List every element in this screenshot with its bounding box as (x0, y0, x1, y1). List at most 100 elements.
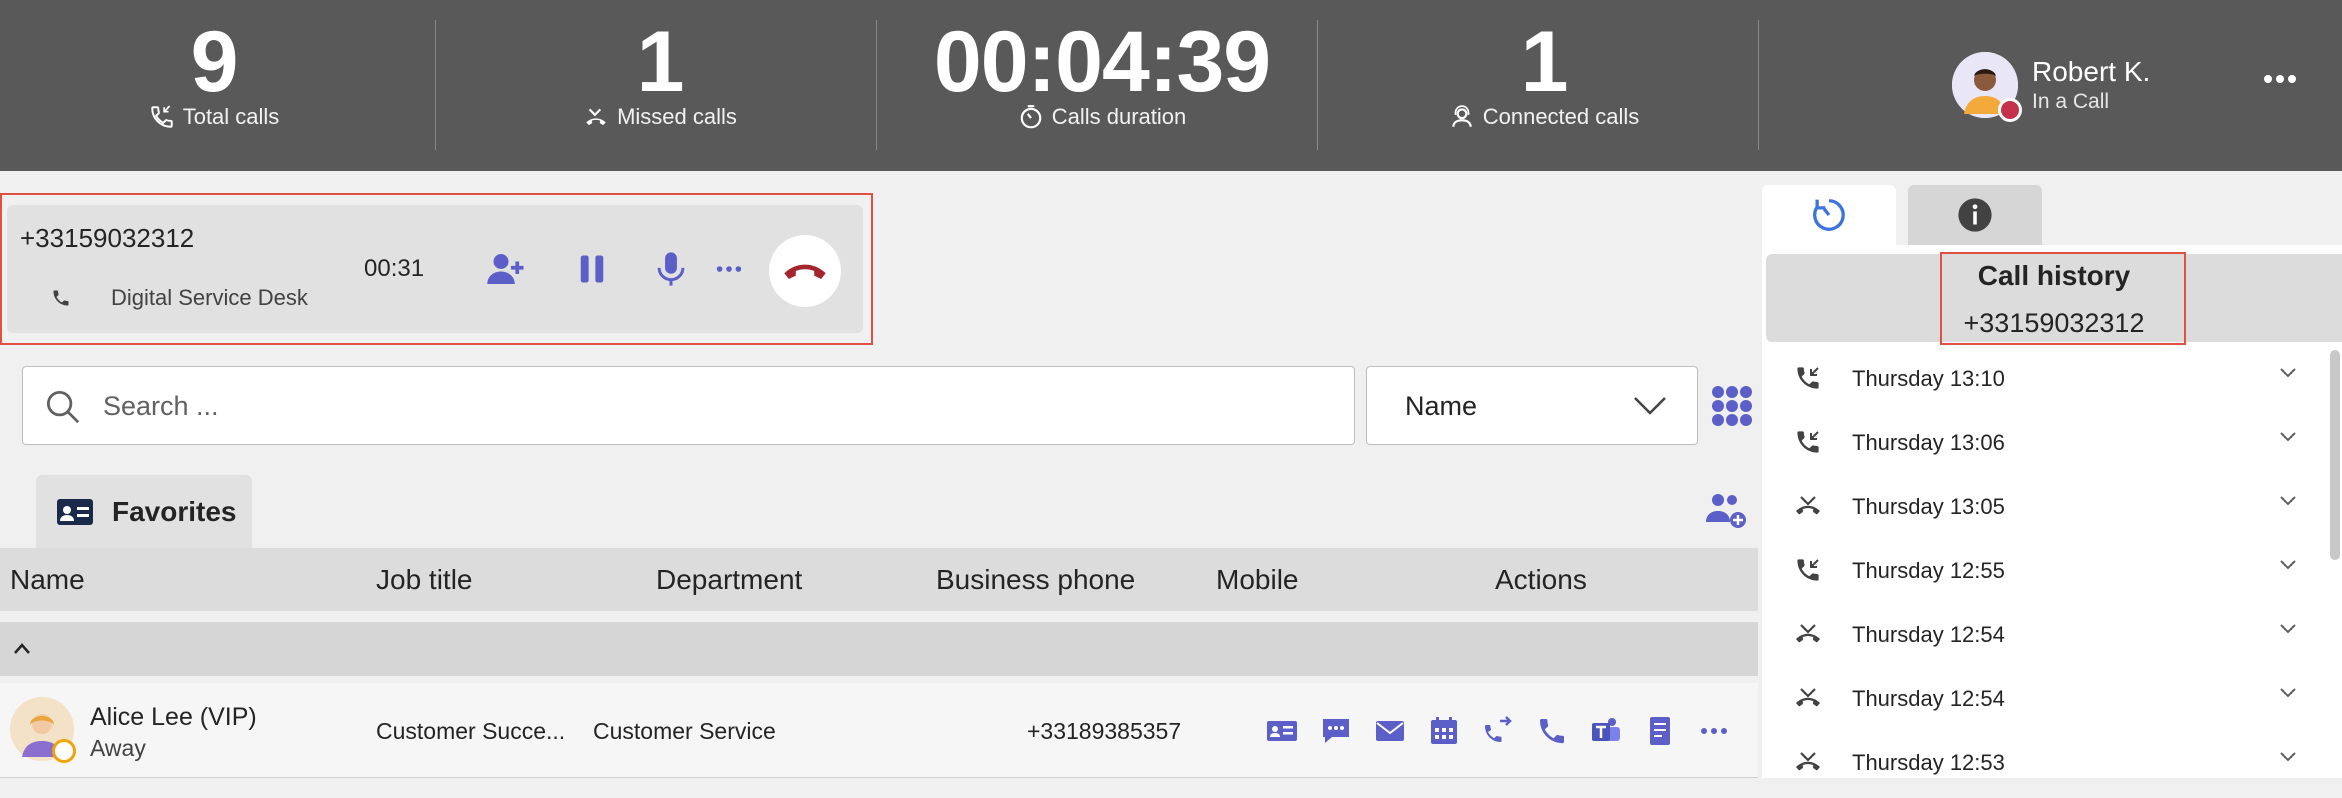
sort-select-value: Name (1405, 391, 1478, 421)
stats-bar: 9 Total calls 1 Missed calls 00:04:39 Ca… (0, 0, 2342, 171)
teams-icon (1592, 718, 1620, 741)
call-history-item-label: Thursday 12:53 (1852, 750, 2005, 775)
search-input[interactable] (103, 381, 1303, 431)
contact-card-icon (1267, 721, 1297, 741)
column-header-mobile[interactable]: Mobile (1216, 564, 1298, 596)
call-button[interactable] (1532, 711, 1572, 751)
calls-duration-label: Calls duration (1051, 104, 1187, 129)
user-profile[interactable]: Robert K. In a Call (1952, 52, 2151, 122)
tab-info[interactable] (1908, 185, 2042, 245)
contact-card-icon (57, 498, 93, 525)
call-history-item[interactable]: Thursday 12:55 (1770, 546, 2310, 606)
headset-icon (1449, 104, 1475, 130)
calls-duration-value: 00:04:39 (933, 14, 1271, 110)
column-header-department[interactable]: Department (656, 564, 802, 596)
table-row[interactable]: Alice Lee (VIP) Away Customer Succe... C… (0, 683, 1758, 778)
call-transfer-icon (1485, 716, 1512, 742)
chevron-down-icon[interactable] (2278, 494, 2298, 508)
incoming-call-icon (51, 288, 71, 308)
chevron-down-icon[interactable] (2278, 686, 2298, 700)
timer-icon (1018, 104, 1044, 130)
avatar[interactable] (1952, 52, 2022, 122)
dialpad-button[interactable] (1710, 384, 1754, 428)
mute-button[interactable] (649, 247, 693, 291)
mail-icon (1376, 721, 1404, 741)
email-button[interactable] (1370, 711, 1410, 751)
favorites-tab-label: Favorites (112, 495, 237, 527)
call-history-item[interactable]: Thursday 12:54 (1770, 610, 2310, 670)
add-group-button[interactable] (1704, 490, 1748, 530)
contact-name: Alice Lee (VIP) (90, 703, 257, 731)
missed-call-icon (583, 104, 609, 130)
chevron-down-icon[interactable] (2278, 750, 2298, 764)
calendar-icon (1431, 717, 1457, 744)
transfer-call-button[interactable] (1478, 711, 1518, 751)
divider (435, 20, 436, 150)
scrollbar[interactable] (2330, 350, 2340, 560)
call-history-item[interactable]: Thursday 12:53 (1770, 738, 2310, 798)
divider (876, 20, 877, 150)
call-history-item-label: Thursday 12:54 (1852, 686, 2005, 711)
row-more-button[interactable] (1694, 711, 1734, 751)
end-call-icon (784, 264, 826, 280)
call-history-title: Call history (1977, 260, 2131, 291)
chevron-down-icon[interactable] (2278, 430, 2298, 444)
queue-name: Digital Service Desk (111, 285, 308, 310)
group-collapse-row[interactable] (0, 622, 1758, 676)
chevron-up-icon (14, 643, 30, 654)
active-call-queue: Digital Service Desk (51, 285, 308, 311)
chevron-down-icon[interactable] (2278, 558, 2298, 572)
hold-button[interactable] (570, 247, 614, 291)
chevron-down-icon[interactable] (2278, 366, 2298, 380)
chat-button[interactable] (1316, 711, 1356, 751)
column-header-business-phone[interactable]: Business phone (936, 564, 1135, 596)
contact-business-phone[interactable]: +33189385357 (1027, 718, 1181, 745)
hang-up-button[interactable] (769, 235, 841, 307)
phone-icon (1540, 719, 1564, 744)
chevron-down-icon[interactable] (2278, 622, 2298, 636)
notes-icon (1650, 717, 1670, 745)
call-history-item[interactable]: Thursday 13:06 (1770, 418, 2310, 478)
total-calls-label: Total calls (182, 104, 280, 129)
user-name: Robert K. (2032, 56, 2151, 87)
contact-department: Customer Service (593, 718, 776, 744)
column-header-job-title[interactable]: Job title (376, 564, 473, 596)
sort-select[interactable]: Name (1366, 366, 1698, 445)
call-history-item-label: Thursday 13:10 (1852, 366, 2005, 391)
incoming-call-icon (1794, 364, 1822, 392)
tab-call-history[interactable] (1762, 185, 1896, 245)
contact-presence: Away (90, 735, 146, 761)
call-history-number: +33159032312 (1963, 308, 2145, 338)
call-history-item[interactable]: Thursday 12:54 (1770, 674, 2310, 734)
call-history-item-label: Thursday 12:54 (1852, 622, 2005, 647)
stat-missed-calls: 1 Missed calls (440, 0, 880, 171)
notes-button[interactable] (1640, 711, 1680, 751)
missed-call-icon (1794, 684, 1822, 712)
contact-card-button[interactable] (1262, 711, 1302, 751)
table-header: Name Job title Department Business phone… (0, 548, 1758, 611)
call-history-item[interactable]: Thursday 13:05 (1770, 482, 2310, 542)
info-icon (1958, 198, 1992, 232)
column-header-name[interactable]: Name (10, 564, 85, 596)
add-participant-button[interactable] (484, 247, 528, 291)
missed-calls-value: 1 (636, 14, 685, 110)
ellipsis-icon (1701, 728, 1727, 734)
teams-call-button[interactable] (1586, 711, 1626, 751)
incoming-call-icon (1794, 428, 1822, 456)
missed-call-icon (1794, 492, 1822, 520)
search-icon (46, 390, 80, 424)
side-panel-tabs (1762, 185, 2342, 245)
call-more-button[interactable] (707, 247, 751, 291)
chevron-down-icon (1634, 397, 1666, 415)
tab-favorites[interactable]: Favorites (36, 475, 252, 548)
call-history-item-label: Thursday 12:55 (1852, 558, 2005, 583)
search-box[interactable] (22, 366, 1355, 445)
schedule-meeting-button[interactable] (1424, 711, 1464, 751)
call-history-item-label: Thursday 13:05 (1852, 494, 2005, 519)
more-options-icon[interactable] (2260, 66, 2300, 92)
call-history-item[interactable]: Thursday 13:10 (1770, 354, 2310, 414)
stat-total-calls: 9 Total calls (0, 0, 428, 171)
avatar (10, 697, 76, 763)
call-history-item-label: Thursday 13:06 (1852, 430, 2005, 455)
total-calls-value: 9 (190, 14, 239, 110)
